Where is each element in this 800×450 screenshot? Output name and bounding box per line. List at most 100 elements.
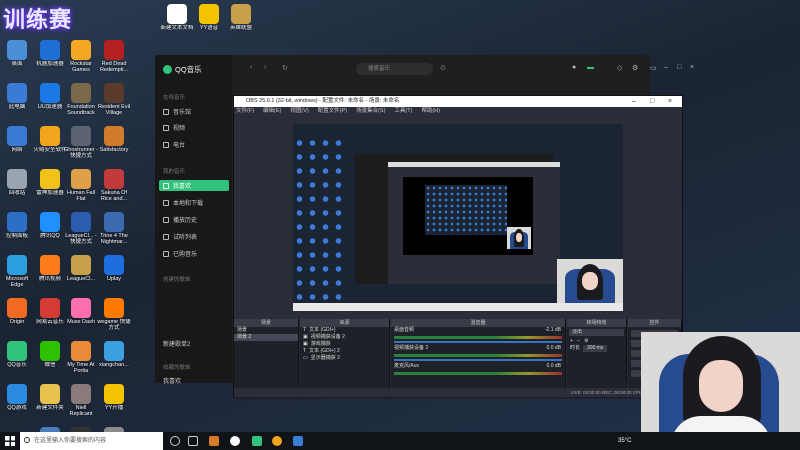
browser-taskbar-icon[interactable] [272,436,282,446]
desktop-icon-label: 机器加速器 [36,61,64,67]
desktop-icon[interactable]: wegame 快捷方式 [97,296,131,338]
desktop-icon[interactable]: Sakuna Of Rice and... [97,167,131,209]
menu-tools[interactable]: 工具(T) [394,107,412,116]
desktop-icon[interactable]: Microsoft Edge [0,253,34,295]
desktop-icon[interactable]: 英雄联盟 [224,2,258,44]
desktop-icon[interactable]: UU加速器 [33,81,67,123]
qq-music-taskbar-icon[interactable] [252,436,262,446]
qq-nav-radio[interactable]: 电台 [159,139,229,150]
scene-item[interactable]: 场景 2 [234,334,298,341]
desktop-icon[interactable]: 桌面 [0,38,34,80]
desktop-icon[interactable]: LeagueCl... [64,253,98,295]
desktop-icon[interactable]: Foundation Soundtrack [64,81,98,123]
volume-slider[interactable] [394,341,562,343]
desktop-icon[interactable]: 网易云音乐 [33,296,67,338]
qq-playlist-item[interactable]: 新建歌单2 [159,338,229,349]
transition-select[interactable]: 淡出 [569,329,624,336]
cortana-icon[interactable] [170,436,180,446]
qq-section-mine: 我的音乐 [163,169,186,175]
skin-icon[interactable]: ◇ [617,64,622,72]
close-icon[interactable]: × [690,64,694,71]
minimize-icon[interactable]: – [664,64,668,71]
app-icon [71,169,91,189]
transition-add-remove[interactable]: + – ⚙ [567,338,626,345]
source-item[interactable]: T 文本 (GDI+) 2 [300,348,389,355]
avatar[interactable]: ● [572,64,576,71]
desktop-icon[interactable]: 机器加速器 [33,38,67,80]
desktop-icon[interactable]: Human Fall Flat [64,167,98,209]
minimize-icon[interactable]: – [632,96,636,107]
taskbar-app-icon[interactable] [209,436,219,446]
desktop-icon[interactable]: QQ游戏 [0,382,34,424]
desktop-icon[interactable]: Muse Dash [64,296,98,338]
desktop-icon[interactable]: Resident Evil Village [97,81,131,123]
qq-search-input[interactable]: 搜索音乐 [356,63,433,75]
qq-nav-video[interactable]: 视频 [159,122,229,133]
source-item[interactable]: ▭ 显示器捕获 2 [300,355,389,362]
desktop-icon[interactable]: LeagueCl... - 快捷方式 [64,210,98,252]
desktop-icon[interactable]: Origin [0,296,34,338]
weather-widget[interactable]: 35°C [618,432,631,450]
desktop-icon[interactable]: My Time At Portia [64,339,98,381]
menu-profile[interactable]: 配置文件(P) [318,107,347,116]
obs-taskbar-icon[interactable] [230,436,240,446]
folder-taskbar-icon[interactable] [293,436,303,446]
desktop-icon[interactable]: Rockstar Games [64,38,98,80]
vip-badge-icon[interactable]: ▬ [587,64,594,71]
desktop-icon[interactable]: 腾讯QQ [33,210,67,252]
desktop-icon[interactable]: YY语音 [192,2,226,44]
maximize-icon[interactable]: □ [650,96,654,107]
desktop-icon[interactable]: QQ音乐 [0,339,34,381]
menu-help[interactable]: 帮助(H) [421,107,440,116]
close-icon[interactable]: × [668,96,672,107]
qq-nav-history[interactable]: 播放历史 [159,214,229,225]
desktop-icon[interactable]: YY开播 [97,382,131,424]
desktop-icon[interactable]: 火绒安全软件 [33,124,67,166]
qq-nav-music-hall[interactable]: 音乐馆 [159,106,229,117]
desktop-icon[interactable]: xiangchan... [97,339,131,381]
qq-nav-local[interactable]: 本地和下载 [159,197,229,208]
refresh-icon[interactable]: ↻ [282,64,288,72]
qq-nav-label: 播放历史 [173,218,198,224]
desktop-icon[interactable]: Trine 4 The Nightmar... [97,210,131,252]
qq-fav-item[interactable]: 我喜欢 [159,375,229,386]
taskbar-search-input[interactable]: 在这里输入你要搜索的内容 [20,432,163,450]
desktop-icon[interactable]: Ghostrunner - 快捷方式 [64,124,98,166]
desktop-icon[interactable]: Red Dead Redempti... [97,38,131,80]
qq-nav-purchased[interactable]: 已购音乐 [159,248,229,259]
mini-mode-icon[interactable]: ▭ [650,64,657,72]
scene-item[interactable]: 场景 [234,327,298,334]
desktop-icon[interactable]: 此电脑 [0,81,34,123]
task-view-icon[interactable] [188,436,198,446]
back-arrow-icon[interactable]: ‹ [250,64,252,71]
desktop-icon[interactable]: Satisfactory [97,124,131,166]
menu-scene-collection[interactable]: 场景集合(S) [356,107,385,116]
forward-arrow-icon[interactable]: › [264,64,266,71]
desktop-icon[interactable]: 控制面板 [0,210,34,252]
desktop-icon[interactable]: Niell Replicant [64,382,98,424]
settings-icon[interactable]: ⚙ [632,64,638,72]
windows-start-icon[interactable] [5,436,15,446]
desktop-icon[interactable]: 网络 [0,124,34,166]
obs-preview-canvas[interactable] [293,124,623,311]
menu-view[interactable]: 视图(V) [290,107,308,116]
audio-meter [394,336,562,339]
desktop-icon[interactable]: 回收站 [0,167,34,209]
source-item[interactable]: ▣ 游戏捕获 [300,341,389,348]
maximize-icon[interactable]: □ [677,64,681,71]
mic-icon[interactable]: ⊙ [440,64,446,72]
desktop-icon[interactable]: 新建文件夹 [33,382,67,424]
desktop-icon[interactable]: 腾讯视频 [33,253,67,295]
desktop-icon[interactable]: 新建文本文档 [160,2,194,44]
qq-nav-trial[interactable]: 试听列表 [159,231,229,242]
source-item[interactable]: T 文本 (GDI+) [300,327,389,334]
source-item[interactable]: ▣ 视频捕获设备 2 [300,334,389,341]
desktop-icon[interactable]: 雷神加速器 [33,167,67,209]
menu-edit[interactable]: 编辑(E) [263,107,281,116]
desktop-icon[interactable]: 微信 [33,339,67,381]
qq-nav-liked[interactable]: 我喜欢 [159,180,229,191]
menu-file[interactable]: 文件(F) [236,107,254,116]
volume-slider[interactable] [394,359,562,361]
desktop-icon[interactable]: Uplay [97,253,131,295]
duration-input[interactable]: 300 ms [583,345,608,352]
